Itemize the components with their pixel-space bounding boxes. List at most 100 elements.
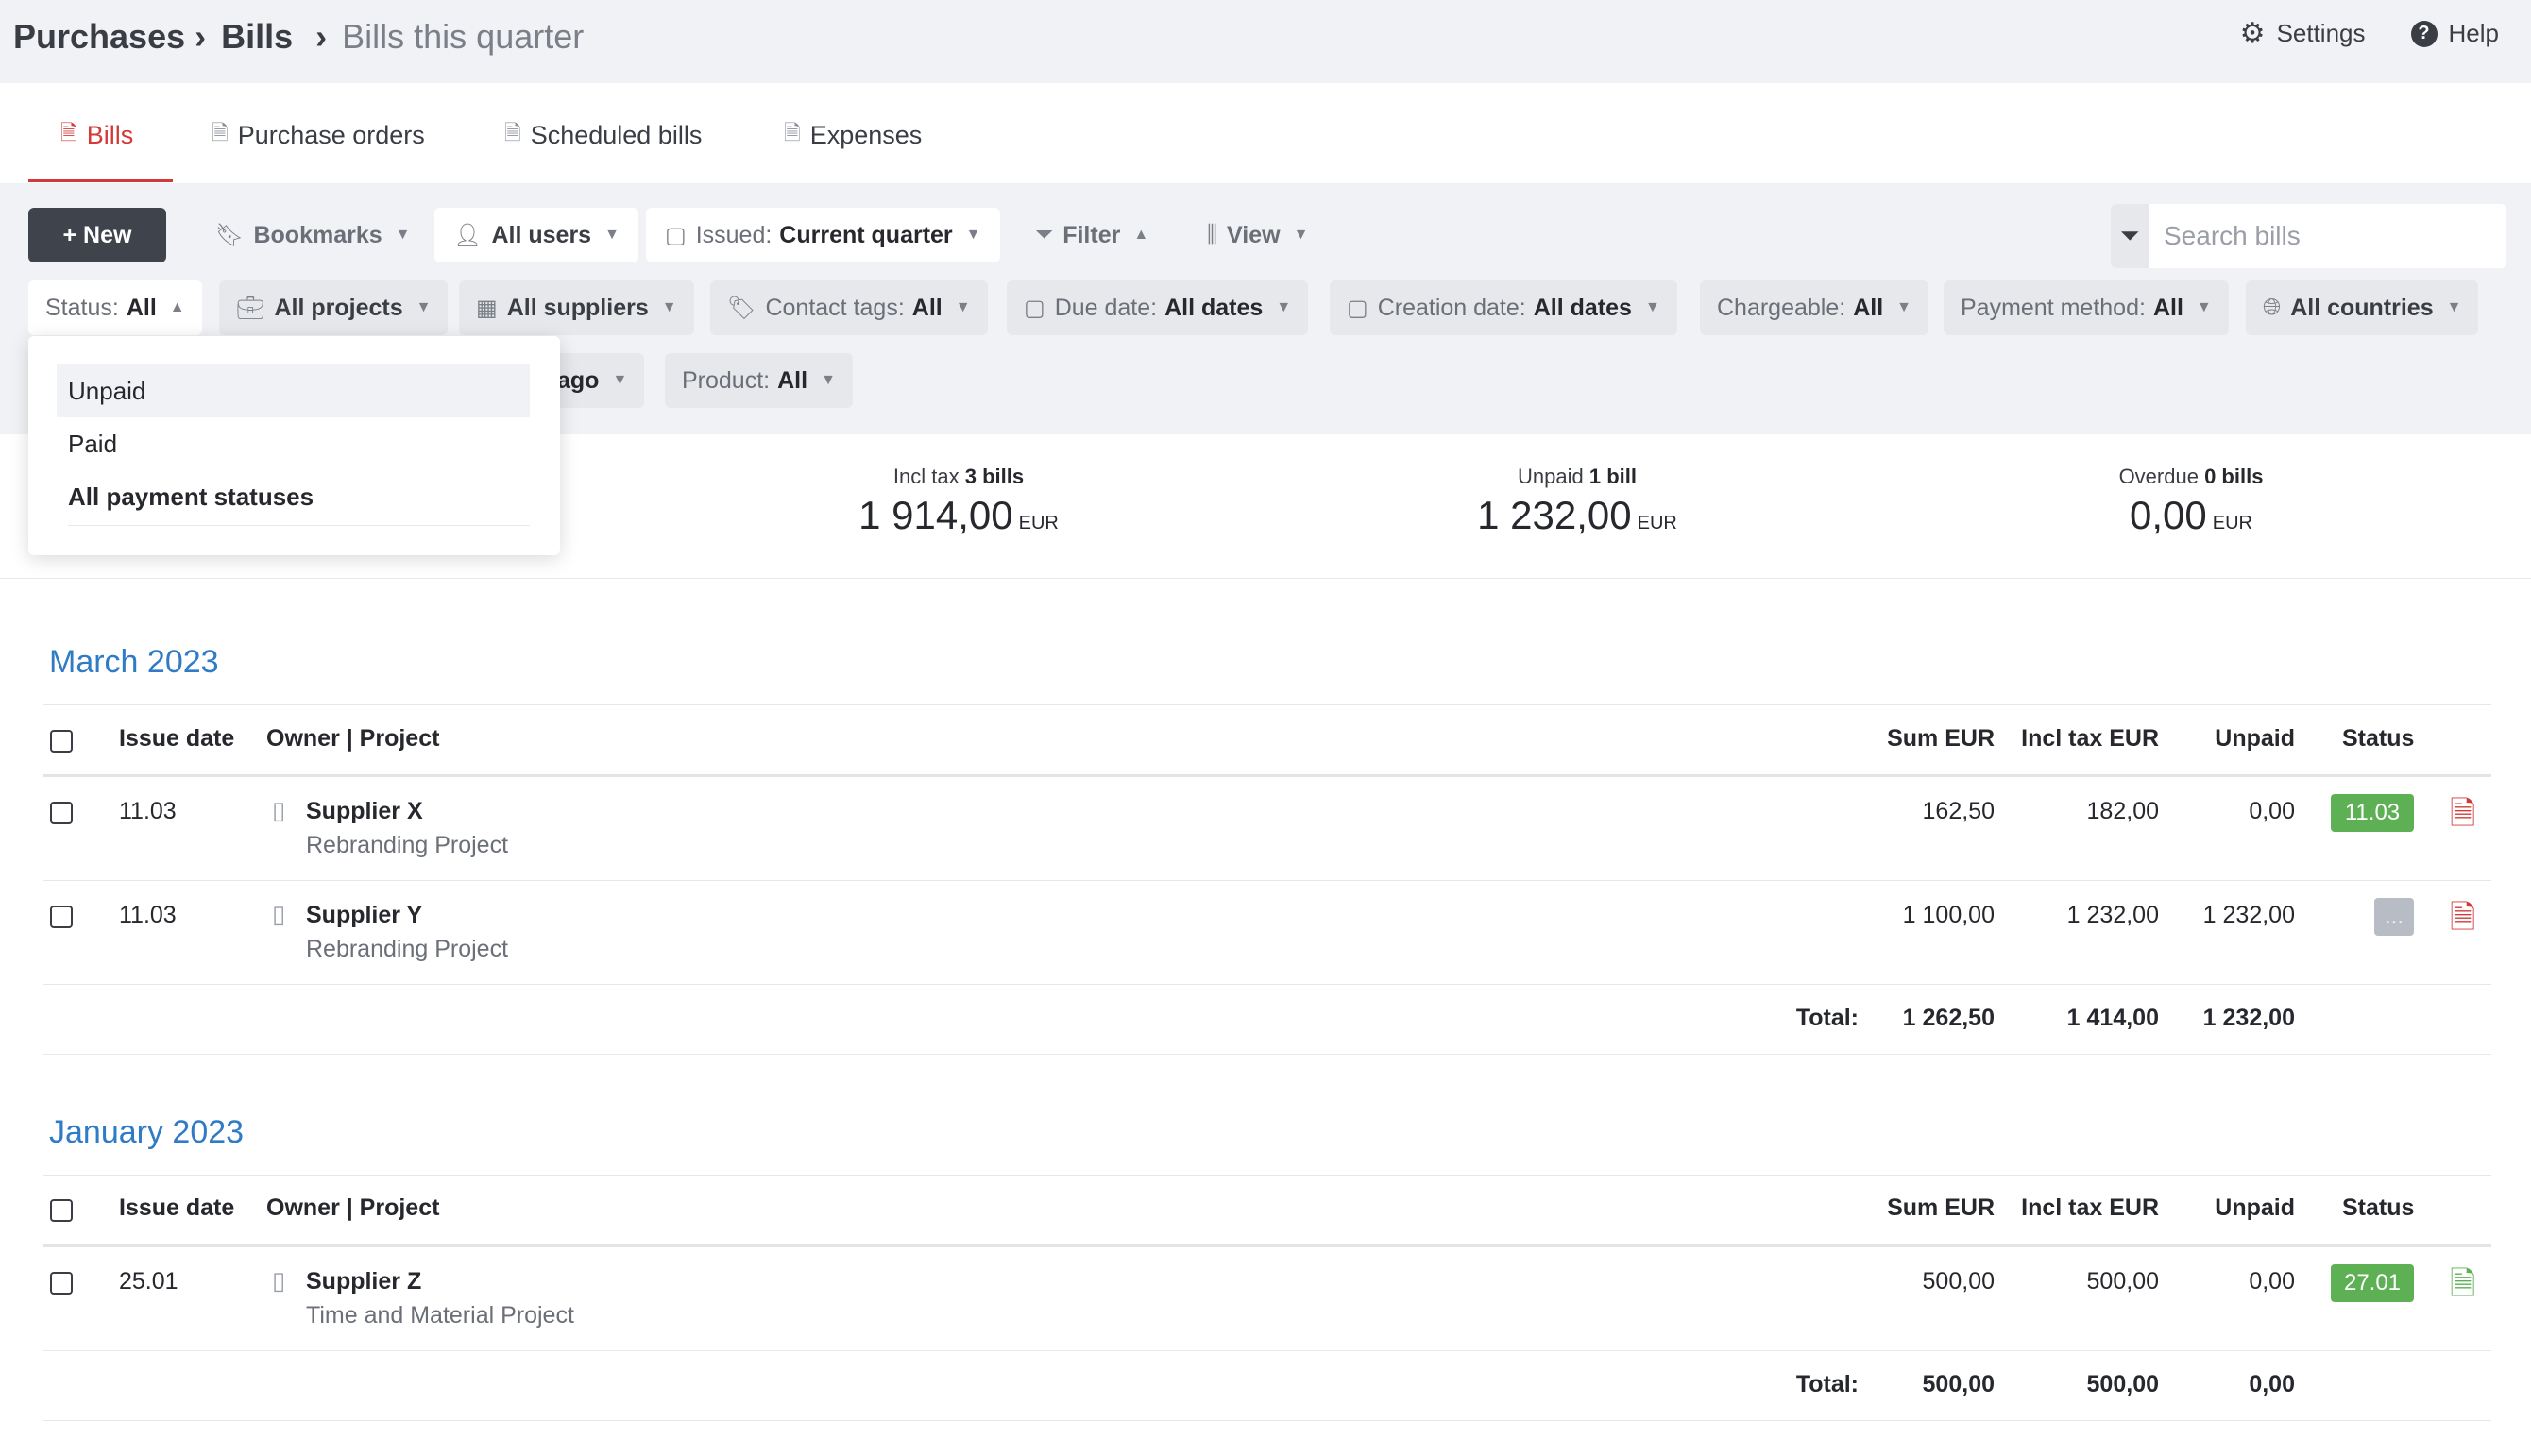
select-all-checkbox[interactable] [50,1199,73,1222]
tab-bar: 🗎 Bills 🗎 Purchase orders 🗎 Scheduled bi… [0,83,2531,183]
calendar-icon: ▢ [1024,295,1045,321]
status-dropdown-menu: Unpaid Paid All payment statuses [28,336,560,555]
row-checkbox[interactable] [50,1272,73,1295]
product-filter-label: Product: [682,366,771,394]
filter-toggle[interactable]: ⏷ Filter ▲ [1029,208,1154,262]
tag-icon: 🏷︎ [727,295,756,321]
column-header-status[interactable]: Status [2342,1194,2414,1222]
view-dropdown[interactable]: ⫼ View ▼ [1201,208,1314,262]
breadcrumb-current: Bills this quarter [342,17,585,56]
divider [43,1420,2491,1421]
due-date-value: All dates [1164,294,1264,321]
row-supplier[interactable]: Supplier Z [306,1268,421,1295]
row-issue-date: 25.01 [119,1268,178,1295]
status-badge[interactable]: 27.01 [2331,1264,2414,1302]
column-header-issue-date[interactable]: Issue date [119,725,234,753]
active-tab-indicator [28,179,173,182]
stat-value: 1 232,00 EUR [1477,493,1677,537]
column-header-incl-tax[interactable]: Incl tax EUR [2002,725,2159,753]
status-option-all[interactable]: All payment statuses [57,470,530,523]
column-header-owner-project[interactable]: Owner | Project [266,725,439,753]
column-header-incl-tax[interactable]: Incl tax EUR [2002,1194,2159,1222]
pdf-document-icon[interactable]: 🗎 [2450,895,2475,949]
users-dropdown[interactable]: 👤︎ All users ▼ [434,208,638,262]
view-label: View [1227,221,1281,248]
document-icon: ▯ [272,796,286,824]
caret-up-icon: ▲ [1133,227,1149,243]
due-date-filter[interactable]: ▢ Due date: All dates ▼ [1007,280,1309,335]
search-filter-button[interactable]: ⏷ [2111,204,2149,268]
column-header-owner-project[interactable]: Owner | Project [266,1194,439,1222]
row-checkbox[interactable] [50,802,73,824]
new-bill-button[interactable]: + New [28,208,166,262]
chargeable-label: Chargeable: [1717,294,1846,321]
breadcrumb-bills[interactable]: Bills [221,17,293,57]
help-link[interactable]: ? Help [2410,19,2499,48]
status-filter[interactable]: Status: All ▲ [28,280,202,335]
column-header-status[interactable]: Status [2342,725,2414,753]
chargeable-filter[interactable]: Chargeable: All ▼ [1700,280,1929,335]
countries-filter-label: All countries [2290,294,2434,321]
row-supplier[interactable]: Supplier Y [306,902,422,929]
caret-down-icon: ▼ [965,227,981,243]
stat-label: Incl tax 3 bills [892,465,1025,488]
stat-label: Overdue 0 bills [2118,465,2264,488]
tab-scheduled-bills[interactable]: 🗎 Scheduled bills [504,117,702,153]
row-unpaid: 0,00 [2249,798,2295,824]
divider [43,984,2491,985]
caret-up-icon: ▲ [169,299,185,315]
tab-bills[interactable]: 🗎 Bills [60,117,133,153]
status-badge[interactable]: 11.03 [2331,794,2414,832]
bookmarks-dropdown[interactable]: 🔖︎ Bookmarks ▼ [210,208,416,262]
tab-expenses[interactable]: 🗎 Expenses [784,117,922,153]
countries-filter[interactable]: 🌐︎ All countries ▼ [2246,280,2479,335]
column-header-unpaid[interactable]: Unpaid [2172,1194,2295,1222]
tab-purchase-orders[interactable]: 🗎 Purchase orders [212,117,425,153]
globe-icon: 🌐︎ [2263,295,2282,320]
caret-down-icon: ▼ [1293,227,1309,243]
pdf-document-icon[interactable]: 🗎 [2450,791,2475,845]
payment-method-value: All [2152,294,2183,321]
document-icon: ▯ [272,1266,286,1295]
pdf-document-icon[interactable]: 🗎 [2450,1261,2475,1315]
projects-filter[interactable]: 💼︎ All projects ▼ [219,280,449,335]
status-badge[interactable]: ... [2374,898,2414,936]
breadcrumb-purchases[interactable]: Purchases [13,17,185,57]
payment-method-filter[interactable]: Payment method: All ▼ [1944,280,2229,335]
total-incl-tax: 1 414,00 [2066,1005,2159,1031]
row-project[interactable]: Rebranding Project [306,832,508,859]
top-bar: Purchases › Bills › Bills this quarter ⚙… [0,0,2531,83]
settings-link[interactable]: ⚙ Settings [2240,19,2366,48]
search-input[interactable] [2149,204,2506,268]
row-project[interactable]: Time and Material Project [306,1302,574,1329]
due-date-label: Due date: [1054,294,1158,321]
select-all-checkbox[interactable] [50,730,73,753]
row-checkbox[interactable] [50,906,73,928]
receipt-icon: 🗎 [784,121,801,144]
row-incl-tax: 182,00 [2086,798,2159,824]
issued-dropdown[interactable]: ▢ Issued: Current quarter ▼ [646,208,1000,262]
bookmark-icon: 🔖︎ [215,222,245,248]
divider [43,880,2491,881]
suppliers-filter[interactable]: ▦ All suppliers ▼ [459,280,694,335]
total-sum: 500,00 [1922,1371,1995,1397]
column-header-sum[interactable]: Sum EUR [1851,1194,1995,1222]
column-header-unpaid[interactable]: Unpaid [2172,725,2295,753]
status-option-unpaid[interactable]: Unpaid [57,364,530,417]
row-supplier[interactable]: Supplier X [306,798,423,825]
row-sum: 162,50 [1922,798,1995,824]
column-header-sum[interactable]: Sum EUR [1851,725,1995,753]
status-option-paid[interactable]: Paid [57,417,530,470]
contact-tags-filter[interactable]: 🏷︎ Contact tags: All ▼ [710,280,988,335]
contact-tags-value: All [911,294,943,321]
product-filter[interactable]: Product: All ▼ [665,353,853,408]
divider [43,1350,2491,1351]
age-filter-value: ago [557,366,600,394]
divider [43,1175,2491,1176]
creation-date-filter[interactable]: ▢ Creation date: All dates ▼ [1330,280,1677,335]
bookmarks-label: Bookmarks [253,221,382,248]
divider [68,525,530,526]
column-header-issue-date[interactable]: Issue date [119,1194,234,1222]
tab-label: Expenses [809,120,923,149]
row-project[interactable]: Rebranding Project [306,936,508,963]
